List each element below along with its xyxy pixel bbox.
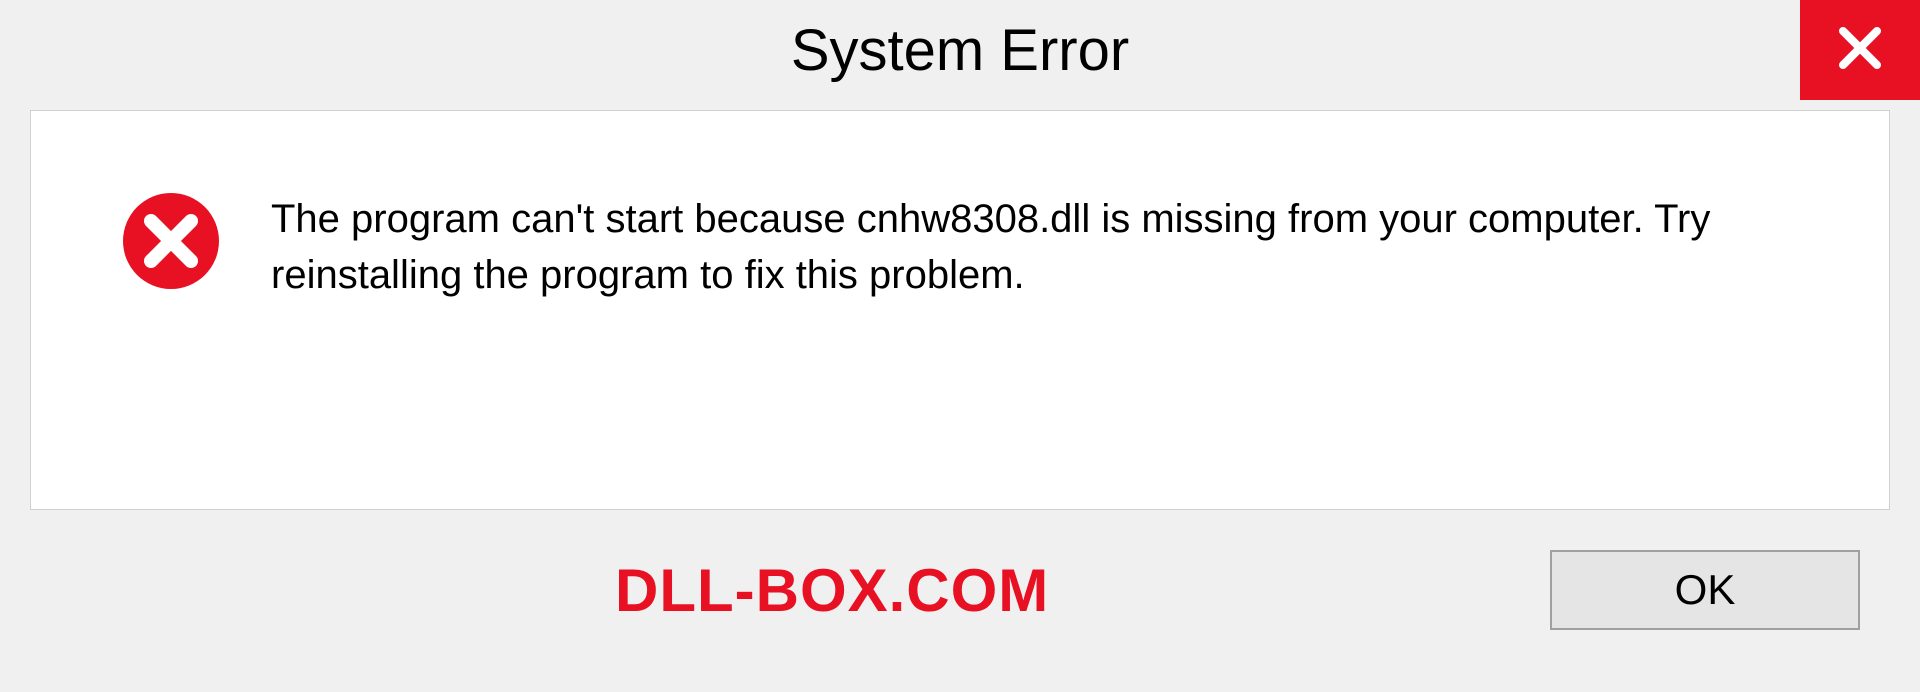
ok-button[interactable]: OK bbox=[1550, 550, 1860, 630]
error-message: The program can't start because cnhw8308… bbox=[271, 191, 1829, 303]
close-button[interactable] bbox=[1800, 0, 1920, 100]
close-icon bbox=[1835, 23, 1885, 78]
message-panel: The program can't start because cnhw8308… bbox=[30, 110, 1890, 510]
watermark-text: DLL-BOX.COM bbox=[615, 556, 1049, 625]
dialog-footer: DLL-BOX.COM OK bbox=[30, 510, 1890, 670]
titlebar: System Error bbox=[0, 0, 1920, 100]
ok-button-label: OK bbox=[1675, 566, 1736, 614]
dialog-title: System Error bbox=[791, 17, 1129, 84]
error-icon bbox=[121, 191, 221, 296]
